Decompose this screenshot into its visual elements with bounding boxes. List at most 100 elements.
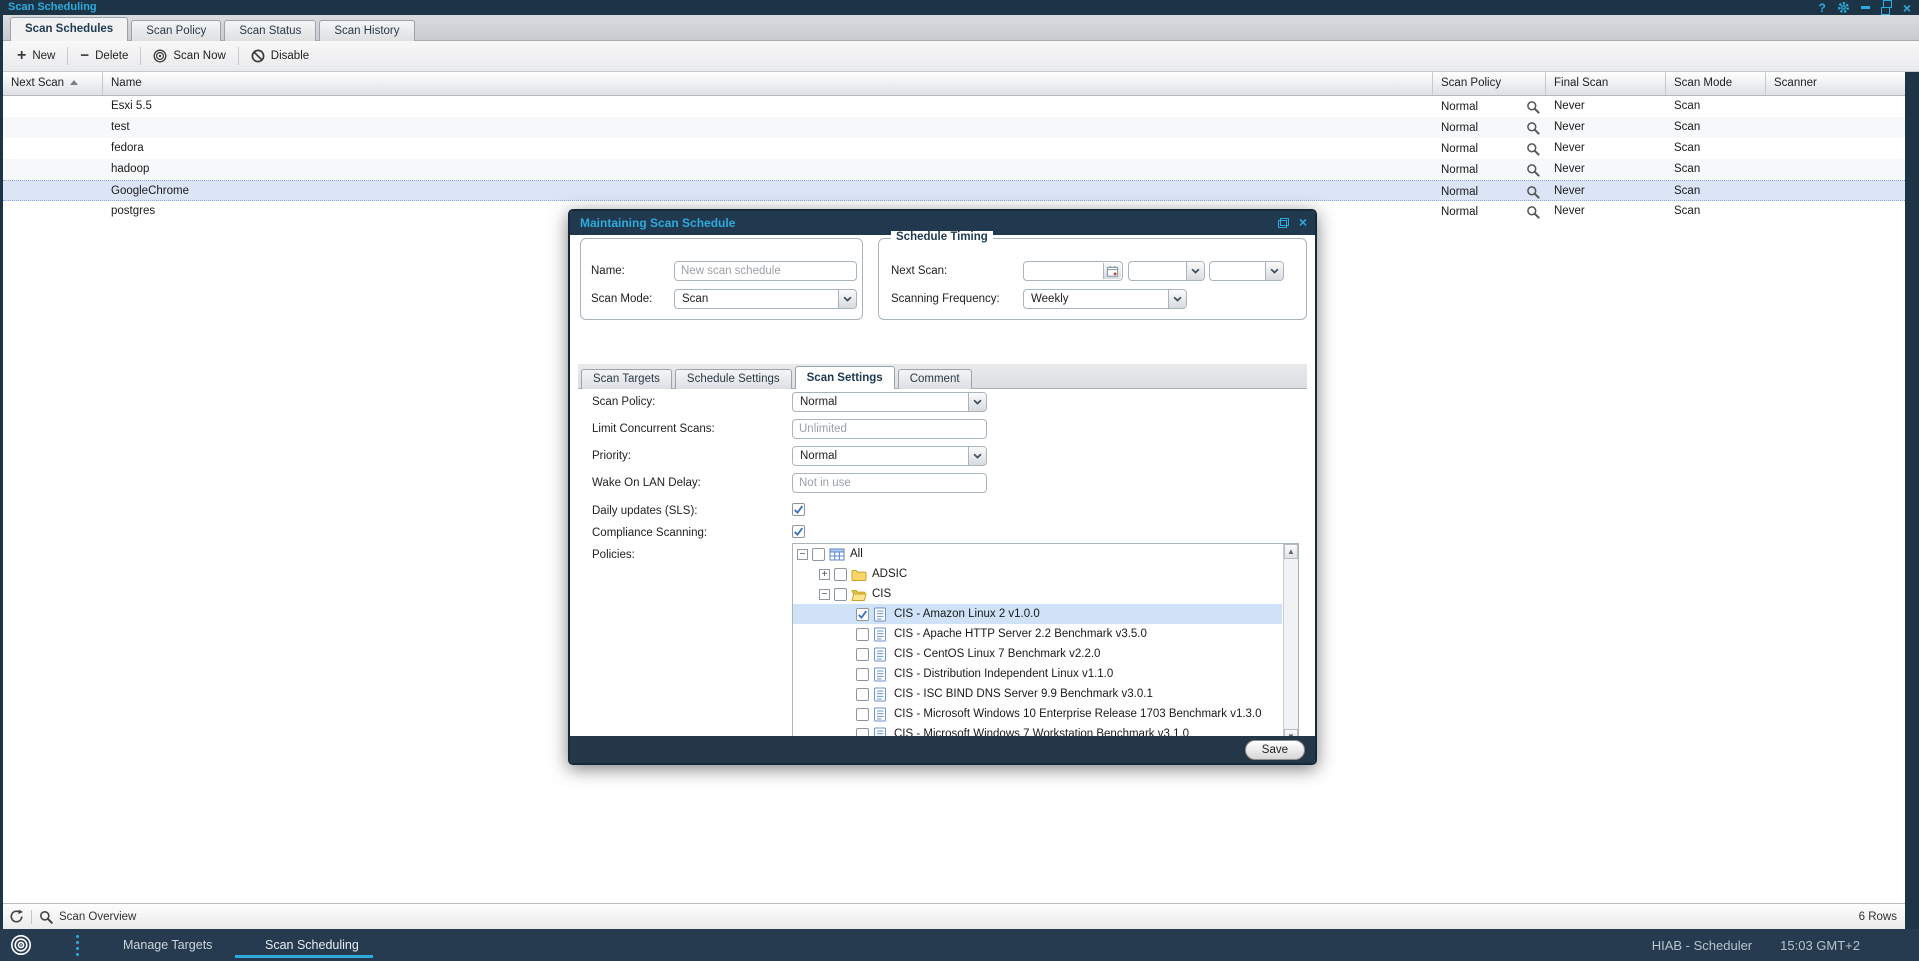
expand-icon[interactable] xyxy=(819,569,830,580)
name-input[interactable] xyxy=(674,261,857,281)
tree-item[interactable]: CIS - ISC BIND DNS Server 9.9 Benchmark … xyxy=(793,684,1282,704)
next-scan-date-input[interactable] xyxy=(1023,261,1123,281)
scroll-up-icon[interactable]: ▲ xyxy=(1284,544,1298,559)
delete-button[interactable]: Delete xyxy=(72,46,136,67)
sort-asc-icon xyxy=(70,80,78,85)
column-header-scan-policy[interactable]: Scan Policy xyxy=(1433,72,1546,95)
limit-concurrent-scans-input[interactable] xyxy=(792,419,987,439)
restore-icon[interactable] xyxy=(1881,0,1892,15)
checkbox-checked[interactable] xyxy=(856,608,869,621)
folder-open-icon xyxy=(851,588,867,601)
column-header-scanner[interactable]: Scanner xyxy=(1766,72,1905,95)
tree-item[interactable]: CIS - Microsoft Windows 10 Enterprise Re… xyxy=(793,704,1282,724)
table-row[interactable]: hadoop Normal Never Scan xyxy=(3,159,1905,180)
search-icon[interactable] xyxy=(1526,100,1540,114)
tree-item[interactable]: ADSIC xyxy=(793,564,1282,584)
chevron-down-icon xyxy=(1168,290,1186,308)
search-icon[interactable] xyxy=(1526,185,1540,199)
close-icon[interactable] xyxy=(1299,216,1307,230)
checkbox[interactable] xyxy=(834,568,847,581)
row-count: 6 Rows xyxy=(1859,911,1899,923)
checkbox[interactable] xyxy=(856,688,869,701)
folder-icon xyxy=(851,568,867,581)
name-label: Name: xyxy=(591,261,625,281)
next-scan-label: Next Scan: xyxy=(891,261,947,281)
new-button[interactable]: New xyxy=(9,46,63,67)
tab-scan-settings[interactable]: Scan Settings xyxy=(795,366,895,389)
checkbox[interactable] xyxy=(856,648,869,661)
tree-item[interactable]: CIS - Apache HTTP Server 2.2 Benchmark v… xyxy=(793,624,1282,644)
search-icon[interactable] xyxy=(1526,163,1540,177)
scan-now-button[interactable]: Scan Now xyxy=(145,45,233,67)
tree-item[interactable]: CIS - CentOS Linux 7 Benchmark v2.2.0 xyxy=(793,644,1282,664)
status-bar: Scan Overview 6 Rows xyxy=(3,903,1905,929)
search-icon xyxy=(39,910,53,924)
scan-mode-label: Scan Mode: xyxy=(591,289,652,309)
tree-scrollbar[interactable]: ▲ ▼ xyxy=(1283,544,1298,744)
window-title: Scan Scheduling xyxy=(8,0,97,15)
help-icon[interactable] xyxy=(1818,0,1825,15)
policy-doc-icon xyxy=(873,707,889,722)
next-scan-minute-select[interactable] xyxy=(1209,261,1284,281)
table-row[interactable]: test Normal Never Scan xyxy=(3,117,1905,138)
tree-item-selected[interactable]: CIS - Amazon Linux 2 v1.0.0 xyxy=(793,604,1282,624)
disable-button[interactable]: Disable xyxy=(243,45,317,67)
app-logo-bullseye-icon[interactable] xyxy=(10,934,32,956)
daily-updates-checkbox[interactable] xyxy=(792,503,805,516)
table-row[interactable]: Esxi 5.5 Normal Never Scan xyxy=(3,96,1905,117)
window-controls xyxy=(1818,0,1911,15)
tab-schedule-settings[interactable]: Schedule Settings xyxy=(675,369,792,389)
close-icon[interactable] xyxy=(1903,0,1911,15)
tree-item[interactable]: CIS xyxy=(793,584,1282,604)
gear-icon[interactable] xyxy=(1837,0,1850,15)
column-header-final-scan[interactable]: Final Scan xyxy=(1546,72,1666,95)
save-button[interactable]: Save xyxy=(1245,740,1305,760)
checkbox[interactable] xyxy=(856,628,869,641)
tab-scan-status[interactable]: Scan Status xyxy=(224,20,316,41)
taskbar-item-manage-targets[interactable]: Manage Targets xyxy=(123,929,212,961)
policy-doc-icon xyxy=(873,687,889,702)
collapse-icon[interactable] xyxy=(797,549,808,560)
tab-scan-schedules[interactable]: Scan Schedules xyxy=(10,17,128,41)
column-header-name[interactable]: Name xyxy=(103,72,1433,95)
table-row[interactable]: fedora Normal Never Scan xyxy=(3,138,1905,159)
checkbox[interactable] xyxy=(856,708,869,721)
compliance-scanning-checkbox[interactable] xyxy=(792,525,805,538)
scan-mode-select[interactable]: Scan xyxy=(674,289,857,309)
tab-scan-history[interactable]: Scan History xyxy=(319,20,414,41)
scanning-frequency-select[interactable]: Weekly xyxy=(1023,289,1187,309)
collapse-icon[interactable] xyxy=(819,589,830,600)
calendar-icon[interactable] xyxy=(1103,263,1121,279)
column-header-next-scan[interactable]: Next Scan xyxy=(3,72,103,95)
tab-scan-policy[interactable]: Scan Policy xyxy=(131,20,221,41)
dialog-footer: Save xyxy=(570,736,1315,763)
next-scan-hour-select[interactable] xyxy=(1128,261,1205,281)
scan-policy-select[interactable]: Normal xyxy=(792,392,987,412)
policy-doc-icon xyxy=(873,607,889,622)
scanning-frequency-label: Scanning Frequency: xyxy=(891,289,1000,309)
wake-on-lan-delay-input[interactable] xyxy=(792,473,987,493)
refresh-icon[interactable] xyxy=(9,909,24,924)
search-icon[interactable] xyxy=(1526,205,1540,219)
priority-label: Priority: xyxy=(592,446,631,466)
search-icon[interactable] xyxy=(1526,121,1540,135)
checkbox[interactable] xyxy=(812,548,825,561)
policy-doc-icon xyxy=(873,627,889,642)
restore-icon[interactable] xyxy=(1278,218,1289,228)
search-icon[interactable] xyxy=(1526,142,1540,156)
name-group: Name: Scan Mode: Scan xyxy=(580,238,863,320)
menu-dots-icon[interactable] xyxy=(76,935,79,956)
tree-item[interactable]: CIS - Distribution Independent Linux v1.… xyxy=(793,664,1282,684)
minimize-icon[interactable] xyxy=(1861,0,1870,15)
table-row-selected[interactable]: GoogleChrome Normal Never Scan xyxy=(3,180,1905,201)
column-header-scan-mode[interactable]: Scan Mode xyxy=(1666,72,1766,95)
tab-comment[interactable]: Comment xyxy=(898,369,972,389)
scan-overview-search[interactable]: Scan Overview xyxy=(39,910,136,924)
tree-item[interactable]: All xyxy=(793,544,1282,564)
tab-scan-targets[interactable]: Scan Targets xyxy=(581,369,672,389)
checkbox[interactable] xyxy=(834,588,847,601)
policies-label: Policies: xyxy=(592,545,635,565)
grid-icon xyxy=(829,548,845,561)
priority-select[interactable]: Normal xyxy=(792,446,987,466)
checkbox[interactable] xyxy=(856,668,869,681)
